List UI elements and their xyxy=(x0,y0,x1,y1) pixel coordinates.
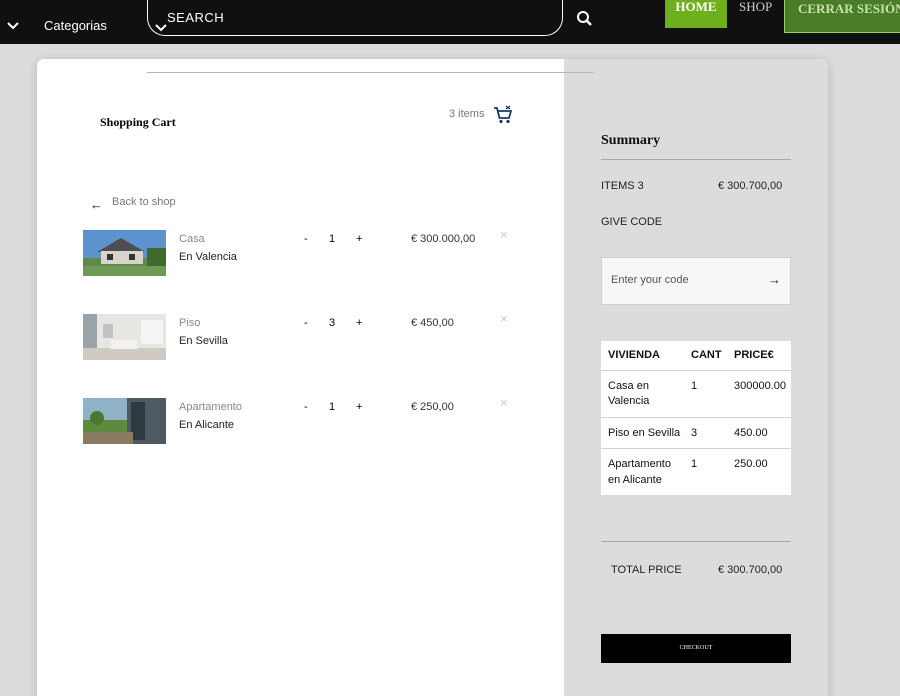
item-location: En Alicante xyxy=(179,419,235,431)
items-count: 3 items xyxy=(449,108,485,120)
remove-item-icon[interactable]: × xyxy=(500,311,508,326)
product-image-apartamento xyxy=(83,398,166,444)
table-row: Apartamento en Alicante 1 250.00 xyxy=(601,449,791,496)
item-price: € 250,00 xyxy=(411,401,454,413)
search-input[interactable] xyxy=(167,10,467,25)
back-arrow-icon[interactable]: ← xyxy=(90,197,103,212)
submit-code-arrow-icon[interactable]: → xyxy=(768,272,781,287)
summary-items-total: € 300.700,00 xyxy=(718,180,783,192)
item-price: € 450,00 xyxy=(411,317,454,329)
item-name: Casa xyxy=(179,233,205,245)
chevron-down-icon[interactable] xyxy=(6,18,20,37)
qty-value[interactable]: 1 xyxy=(329,401,335,413)
search-icon[interactable] xyxy=(576,10,593,32)
table-cell: 300000.00 xyxy=(727,370,791,418)
divider xyxy=(147,72,593,73)
table-row: Casa en Valencia 1 300000.00 xyxy=(601,370,791,418)
cart-card: Shopping Cart 3 items ← Back to shop Cas… xyxy=(37,59,828,696)
item-name: Apartamento xyxy=(179,401,242,413)
table-cell: 250.00 xyxy=(734,458,768,470)
table-cell: 450.00 xyxy=(727,417,791,449)
logout-button[interactable]: CERRAR SESIÓN xyxy=(784,0,900,33)
table-header: CANT xyxy=(684,341,727,371)
table-cell: Piso en Sevilla xyxy=(601,417,684,449)
qty-increase-button[interactable]: + xyxy=(356,401,362,413)
table-row: Piso en Sevilla 3 450.00 xyxy=(601,417,791,449)
summary-items-label: ITEMS 3 xyxy=(601,180,644,192)
table-cell: 1 xyxy=(684,370,727,418)
give-code-label: GIVE CODE xyxy=(601,216,663,228)
product-image-piso xyxy=(83,314,166,360)
table-header-row: VIVIENDA CANT PRICE€ xyxy=(601,341,791,371)
total-price-label: TOTAL PRICE xyxy=(611,564,682,576)
item-location: En Valencia xyxy=(179,251,237,263)
qty-decrease-button[interactable]: - xyxy=(304,233,308,245)
checkout-button[interactable]: CHECKOUT xyxy=(601,634,791,663)
qty-value[interactable]: 1 xyxy=(329,233,335,245)
table-header: PRICE€ xyxy=(727,341,791,371)
table-cell: Casa en Valencia xyxy=(601,370,684,418)
qty-increase-button[interactable]: + xyxy=(356,317,362,329)
table-cell: Apartamento en Alicante xyxy=(608,458,671,486)
back-to-shop-link[interactable]: Back to shop xyxy=(112,196,176,208)
remove-item-icon[interactable]: × xyxy=(500,395,508,410)
product-image-casa xyxy=(83,230,166,276)
item-price: € 300.000,00 xyxy=(411,233,476,245)
item-location: En Sevilla xyxy=(179,335,228,347)
summary-title: Summary xyxy=(601,133,661,148)
total-price-value: € 300.700,00 xyxy=(718,564,783,576)
table-header: VIVIENDA xyxy=(601,341,684,371)
remove-item-icon[interactable]: × xyxy=(500,227,508,242)
code-input[interactable] xyxy=(611,274,761,286)
qty-increase-button[interactable]: + xyxy=(356,233,362,245)
table-cell: 3 xyxy=(684,417,727,449)
qty-value[interactable]: 3 xyxy=(329,317,335,329)
summary-divider xyxy=(601,541,791,542)
shop-nav-link[interactable]: SHOP xyxy=(739,0,772,14)
item-name: Piso xyxy=(179,317,201,329)
table-cell: 1 xyxy=(691,458,698,470)
home-nav-button[interactable]: HOME xyxy=(665,0,727,28)
cart-title: Shopping Cart xyxy=(100,115,176,129)
qty-decrease-button[interactable]: - xyxy=(304,317,308,329)
qty-decrease-button[interactable]: - xyxy=(304,401,308,413)
summary-table: VIVIENDA CANT PRICE€ Casa en Valencia 1 … xyxy=(601,341,791,495)
chevron-down-icon[interactable] xyxy=(155,20,167,38)
cart-icon xyxy=(493,105,513,130)
categories-menu[interactable]: Categorias xyxy=(44,18,107,33)
summary-divider xyxy=(601,159,791,160)
